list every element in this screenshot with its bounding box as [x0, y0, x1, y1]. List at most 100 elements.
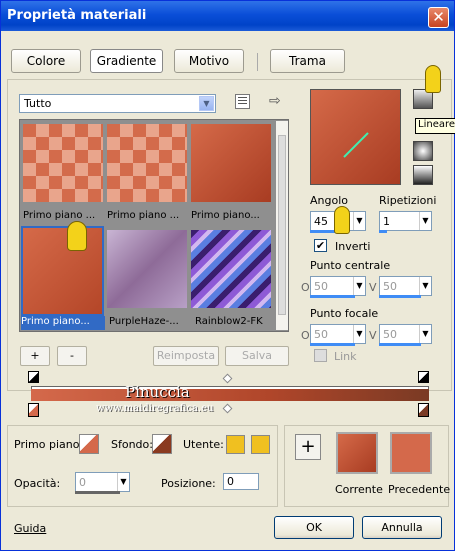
- hand-pointer-icon: [425, 65, 441, 93]
- angle-handle[interactable]: [343, 132, 369, 158]
- chevron-down-icon[interactable]: ▼: [419, 277, 431, 295]
- start-opacity-stop[interactable]: [28, 371, 39, 383]
- chevron-down-icon[interactable]: ▼: [117, 473, 129, 491]
- hand-pointer-icon: [334, 206, 350, 234]
- end-opacity-stop[interactable]: [418, 371, 429, 383]
- material-properties-dialog: Proprietà materiali ✕ Colore Gradiente M…: [0, 0, 455, 551]
- repeats-slider[interactable]: [379, 230, 387, 233]
- style-tooltip: Lineare: [415, 118, 455, 134]
- arrow-right-icon[interactable]: ⇨: [269, 93, 281, 109]
- foreground-label: Primo piano:: [14, 438, 84, 451]
- gallery-label-2: Primo piano ...: [107, 210, 180, 221]
- add-gradient-button[interactable]: +: [20, 346, 50, 366]
- focal-y-value: 50: [383, 328, 397, 341]
- center-x-slider[interactable]: [310, 295, 355, 298]
- link-label: Link: [334, 350, 357, 363]
- watermark-name: Pinuccia: [125, 383, 190, 401]
- current-swatch[interactable]: [336, 432, 378, 474]
- center-x-label: O: [301, 281, 310, 294]
- close-icon[interactable]: ✕: [428, 7, 449, 28]
- position-label: Posizione:: [161, 477, 216, 490]
- reset-button[interactable]: Reimposta: [153, 346, 219, 366]
- gallery-thumb-3[interactable]: [191, 124, 271, 202]
- chevron-down-icon[interactable]: ▼: [353, 325, 365, 343]
- previous-swatch[interactable]: [390, 432, 432, 474]
- repeats-value: 1: [383, 215, 390, 228]
- gallery-label-5: PurpleHaze-...: [109, 316, 179, 327]
- window-title: Proprietà materiali: [7, 8, 147, 23]
- user-color-swatch[interactable]: [226, 435, 245, 454]
- chevron-down-icon: ▼: [199, 96, 214, 111]
- foreground-stop-button[interactable]: [79, 434, 99, 454]
- catalog-icon[interactable]: [235, 94, 250, 109]
- position-field[interactable]: 0: [223, 473, 259, 490]
- tab-separator: [257, 53, 258, 71]
- remove-gradient-button[interactable]: -: [57, 346, 87, 366]
- invert-checkbox[interactable]: ✔: [314, 239, 327, 252]
- gallery-scrollbar[interactable]: [276, 121, 288, 330]
- chevron-down-icon[interactable]: ▼: [353, 277, 365, 295]
- focal-x-value: 50: [314, 328, 328, 341]
- gradient-bar[interactable]: [31, 389, 429, 401]
- position-value: 0: [227, 475, 234, 488]
- repeats-field[interactable]: 1 ▼: [379, 211, 432, 231]
- focal-point-label: Punto focale: [310, 307, 379, 320]
- gallery-label-4: Primo piano...: [21, 316, 105, 330]
- background-label: Sfondo:: [111, 438, 153, 451]
- chevron-down-icon[interactable]: ▼: [353, 212, 365, 230]
- tab-colore[interactable]: Colore: [11, 49, 81, 73]
- invert-label: Inverti: [335, 240, 371, 253]
- center-y-slider[interactable]: [379, 295, 421, 298]
- center-y-value: 50: [383, 280, 397, 293]
- gallery-thumb-2[interactable]: [107, 124, 187, 202]
- opacity-label: Opacità:: [14, 477, 61, 490]
- category-dropdown[interactable]: Tutto ▼: [19, 94, 216, 113]
- tab-gradiente[interactable]: Gradiente: [90, 49, 163, 73]
- end-color-stop[interactable]: [418, 403, 429, 417]
- sunburst-style-button[interactable]: [413, 165, 433, 185]
- title-bar: Proprietà materiali ✕: [1, 1, 454, 31]
- focal-x-label: O: [301, 329, 310, 342]
- repeats-label: Ripetizioni: [379, 194, 437, 207]
- focal-y-label: V: [369, 329, 377, 342]
- scrollbar-thumb[interactable]: [278, 135, 286, 315]
- focal-x-field[interactable]: 50 ▼: [310, 324, 366, 344]
- gallery-thumb-5[interactable]: [107, 230, 187, 308]
- focal-x-slider[interactable]: [310, 343, 355, 346]
- chevron-down-icon[interactable]: ▼: [419, 212, 431, 230]
- user-label: Utente:: [183, 438, 224, 451]
- gallery-thumb-6[interactable]: [191, 230, 271, 308]
- opacity-value: 0: [79, 476, 86, 489]
- center-x-value: 50: [314, 280, 328, 293]
- category-value: Tutto: [24, 97, 52, 110]
- focal-y-field[interactable]: 50 ▼: [379, 324, 432, 344]
- gallery-thumb-1[interactable]: [23, 124, 103, 202]
- add-stop-button[interactable]: +: [295, 434, 321, 460]
- focal-y-slider[interactable]: [379, 343, 421, 346]
- start-color-stop[interactable]: [28, 403, 39, 417]
- center-y-field[interactable]: 50 ▼: [379, 276, 432, 296]
- gradient-preview[interactable]: [310, 89, 401, 185]
- gallery-label-6: Rainblow2-FK: [195, 316, 263, 327]
- watermark-url: www.maidiregrafica.eu: [96, 403, 214, 414]
- help-link[interactable]: Guida: [14, 522, 46, 535]
- center-x-field[interactable]: 50 ▼: [310, 276, 366, 296]
- gallery-thumb-4-selected[interactable]: [21, 226, 104, 316]
- cancel-button[interactable]: Annulla: [362, 516, 442, 539]
- ok-button[interactable]: OK: [274, 516, 354, 539]
- tab-motivo[interactable]: Motivo: [174, 49, 244, 73]
- gallery-label-1: Primo piano ...: [23, 210, 96, 221]
- current-label: Corrente: [335, 483, 383, 496]
- center-point-label: Punto centrale: [310, 259, 391, 272]
- opacity-field[interactable]: 0 ▼: [75, 472, 130, 492]
- gallery-label-3: Primo piano...: [191, 210, 260, 221]
- user-color-button[interactable]: [251, 435, 270, 454]
- tab-trama[interactable]: Trama: [270, 49, 345, 73]
- opacity-slider[interactable]: [75, 491, 120, 494]
- rectangular-style-button[interactable]: [413, 141, 433, 161]
- save-button[interactable]: Salva: [225, 346, 289, 366]
- chevron-down-icon[interactable]: ▼: [419, 325, 431, 343]
- background-stop-button[interactable]: [152, 434, 172, 454]
- angle-value: 45: [314, 215, 328, 228]
- link-checkbox[interactable]: [314, 349, 327, 362]
